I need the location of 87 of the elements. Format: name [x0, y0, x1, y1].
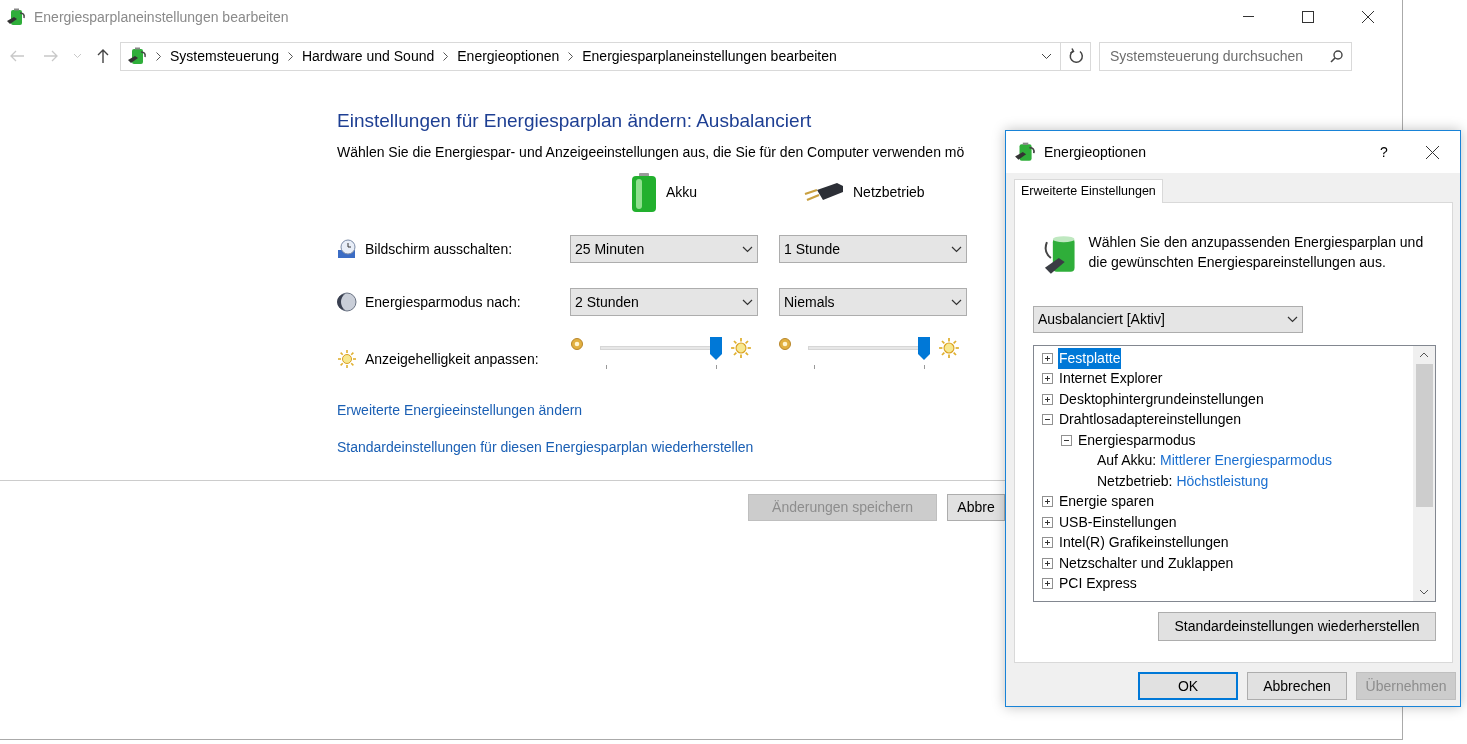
- setting-label: Bildschirm ausschalten:: [365, 239, 513, 259]
- plug-icon: [803, 181, 845, 204]
- expand-icon[interactable]: [1042, 393, 1053, 405]
- dialog-button[interactable]: OK: [1138, 672, 1238, 700]
- expand-icon[interactable]: [1042, 516, 1053, 528]
- chevron-right-icon: [443, 51, 449, 61]
- forward-arrow-icon: [43, 50, 59, 62]
- dim-sun-icon: [570, 336, 584, 351]
- tree-item[interactable]: USB-Einstellungen: [1058, 511, 1178, 533]
- dim-sun-icon: [778, 336, 792, 351]
- setting-label: Energiesparmodus nach:: [365, 292, 521, 312]
- dropdown[interactable]: 1 Stunde: [779, 235, 967, 263]
- close-icon: [1362, 11, 1374, 23]
- column-header: Akku: [666, 183, 698, 202]
- maximize-icon: [1302, 11, 1314, 23]
- refresh-icon[interactable]: [1069, 48, 1084, 64]
- expand-icon[interactable]: [1042, 557, 1053, 569]
- expand-icon[interactable]: [1042, 537, 1053, 549]
- chevron-down-icon: [951, 245, 962, 253]
- slider-thumb[interactable]: [710, 336, 722, 361]
- settings-link[interactable]: Erweiterte Energieeinstellungen ändern: [337, 401, 583, 418]
- dialog-button[interactable]: Abbrechen: [1247, 672, 1347, 700]
- control-panel-icon: [127, 46, 147, 66]
- bright-sun-icon: [730, 336, 752, 359]
- tab[interactable]: Erweiterte Einstellungen: [1014, 179, 1163, 203]
- tree-setting[interactable]: Netzbetrieb: Höchstleistung: [1096, 470, 1270, 492]
- breadcrumb-link[interactable]: Energiesparplaneinstellungen bearbeiten: [582, 45, 837, 67]
- plan-dropdown[interactable]: Ausbalanciert [Aktiv]: [1033, 306, 1303, 333]
- page-heading: Einstellungen für Energiesparplan ändern: Ausbalanciert: [337, 109, 813, 133]
- column-header: Netzbetrieb: [853, 183, 925, 202]
- chevron-right-icon: [287, 51, 293, 61]
- chevron-down-icon: [742, 245, 753, 253]
- tree-item[interactable]: Festplatte: [1058, 347, 1122, 369]
- tree-item[interactable]: PCI Express: [1058, 573, 1138, 595]
- expand-icon[interactable]: [1042, 496, 1053, 508]
- tree-item[interactable]: Netzschalter und Zuklappen: [1058, 552, 1235, 574]
- breadcrumb-link[interactable]: Hardware und Sound: [301, 45, 435, 67]
- moon-icon: [337, 292, 357, 312]
- chevron-down-icon: [742, 298, 753, 306]
- tree-item[interactable]: Internet Explorer: [1058, 368, 1164, 390]
- up-arrow-icon: [97, 48, 109, 64]
- cancel-button[interactable]: Abbre: [947, 493, 1005, 521]
- tree-item[interactable]: Intel(R) Grafikeinstellungen: [1058, 532, 1230, 554]
- close-icon: [1425, 145, 1439, 159]
- expand-icon[interactable]: [1042, 578, 1053, 590]
- settings-link[interactable]: Standardeinstellungen für diesen Energiesparplan wiederherstellen: [337, 438, 754, 455]
- page-description: Wählen Sie die Energiespar- und Anzeigeeinstellungen aus, die Sie für den Computer verwenden mö: [337, 143, 965, 160]
- dialog-description: Wählen Sie den anzupassenden Energiesparplan und die gewünschten Energiespareinstellungen aus.: [1088, 233, 1425, 272]
- search-field[interactable]: Systemsteuerung durchsuchen: [1099, 41, 1352, 71]
- setting-value[interactable]: Höchstleistung: [1176, 472, 1269, 489]
- power-options-icon: [1014, 141, 1036, 163]
- dropdown[interactable]: Niemals: [779, 288, 967, 316]
- collapse-icon[interactable]: [1061, 434, 1072, 446]
- breadcrumb-link[interactable]: Systemsteuerung: [170, 45, 279, 67]
- tree-item[interactable]: Drahtlosadaptereinstellungen: [1058, 409, 1243, 431]
- bright-sun-icon: [938, 336, 960, 359]
- battery-icon: [630, 172, 658, 213]
- breadcrumb-link[interactable]: Energieoptionen: [457, 45, 560, 67]
- tree-item[interactable]: Desktophintergrundeinstellungen: [1058, 388, 1265, 410]
- expand-icon[interactable]: [1042, 373, 1053, 385]
- chevron-right-icon: [156, 51, 161, 61]
- chevron-down-icon[interactable]: [1041, 52, 1052, 60]
- dropdown[interactable]: 2 Stunden: [570, 288, 758, 316]
- chevron-down-icon: [72, 53, 82, 59]
- tree-item[interactable]: Energiesparmodus: [1077, 429, 1197, 451]
- window-title: Energiesparplaneinstellungen bearbeiten: [34, 7, 290, 27]
- slider-thumb[interactable]: [918, 336, 930, 361]
- sun-icon: [337, 349, 357, 369]
- dropdown[interactable]: 25 Minuten: [570, 235, 758, 263]
- collapse-icon[interactable]: [1042, 414, 1053, 426]
- minimize-icon: [1242, 16, 1254, 18]
- clock-monitor-icon: [337, 239, 357, 259]
- tree-item[interactable]: Energie sparen: [1058, 491, 1155, 513]
- chevron-right-icon: [568, 51, 574, 61]
- setting-label: Anzeigehelligkeit anpassen:: [365, 349, 539, 369]
- setting-value[interactable]: Mittlerer Energiesparmodus: [1160, 452, 1332, 469]
- app-icon: [6, 7, 26, 27]
- help-button[interactable]: ?: [1364, 136, 1404, 168]
- expand-icon[interactable]: [1042, 352, 1053, 364]
- tree-setting[interactable]: Auf Akku: Mittlerer Energiesparmodus: [1096, 450, 1333, 472]
- back-arrow-icon: [9, 50, 25, 62]
- search-icon: [1330, 49, 1343, 63]
- scrollbar[interactable]: [1413, 346, 1435, 601]
- dialog-title: Energieoptionen: [1044, 142, 1147, 162]
- chevron-down-icon: [1287, 316, 1298, 323]
- chevron-down-icon: [951, 298, 962, 306]
- restore-defaults-button[interactable]: Standardeinstellungen wiederherstellen: [1158, 612, 1436, 641]
